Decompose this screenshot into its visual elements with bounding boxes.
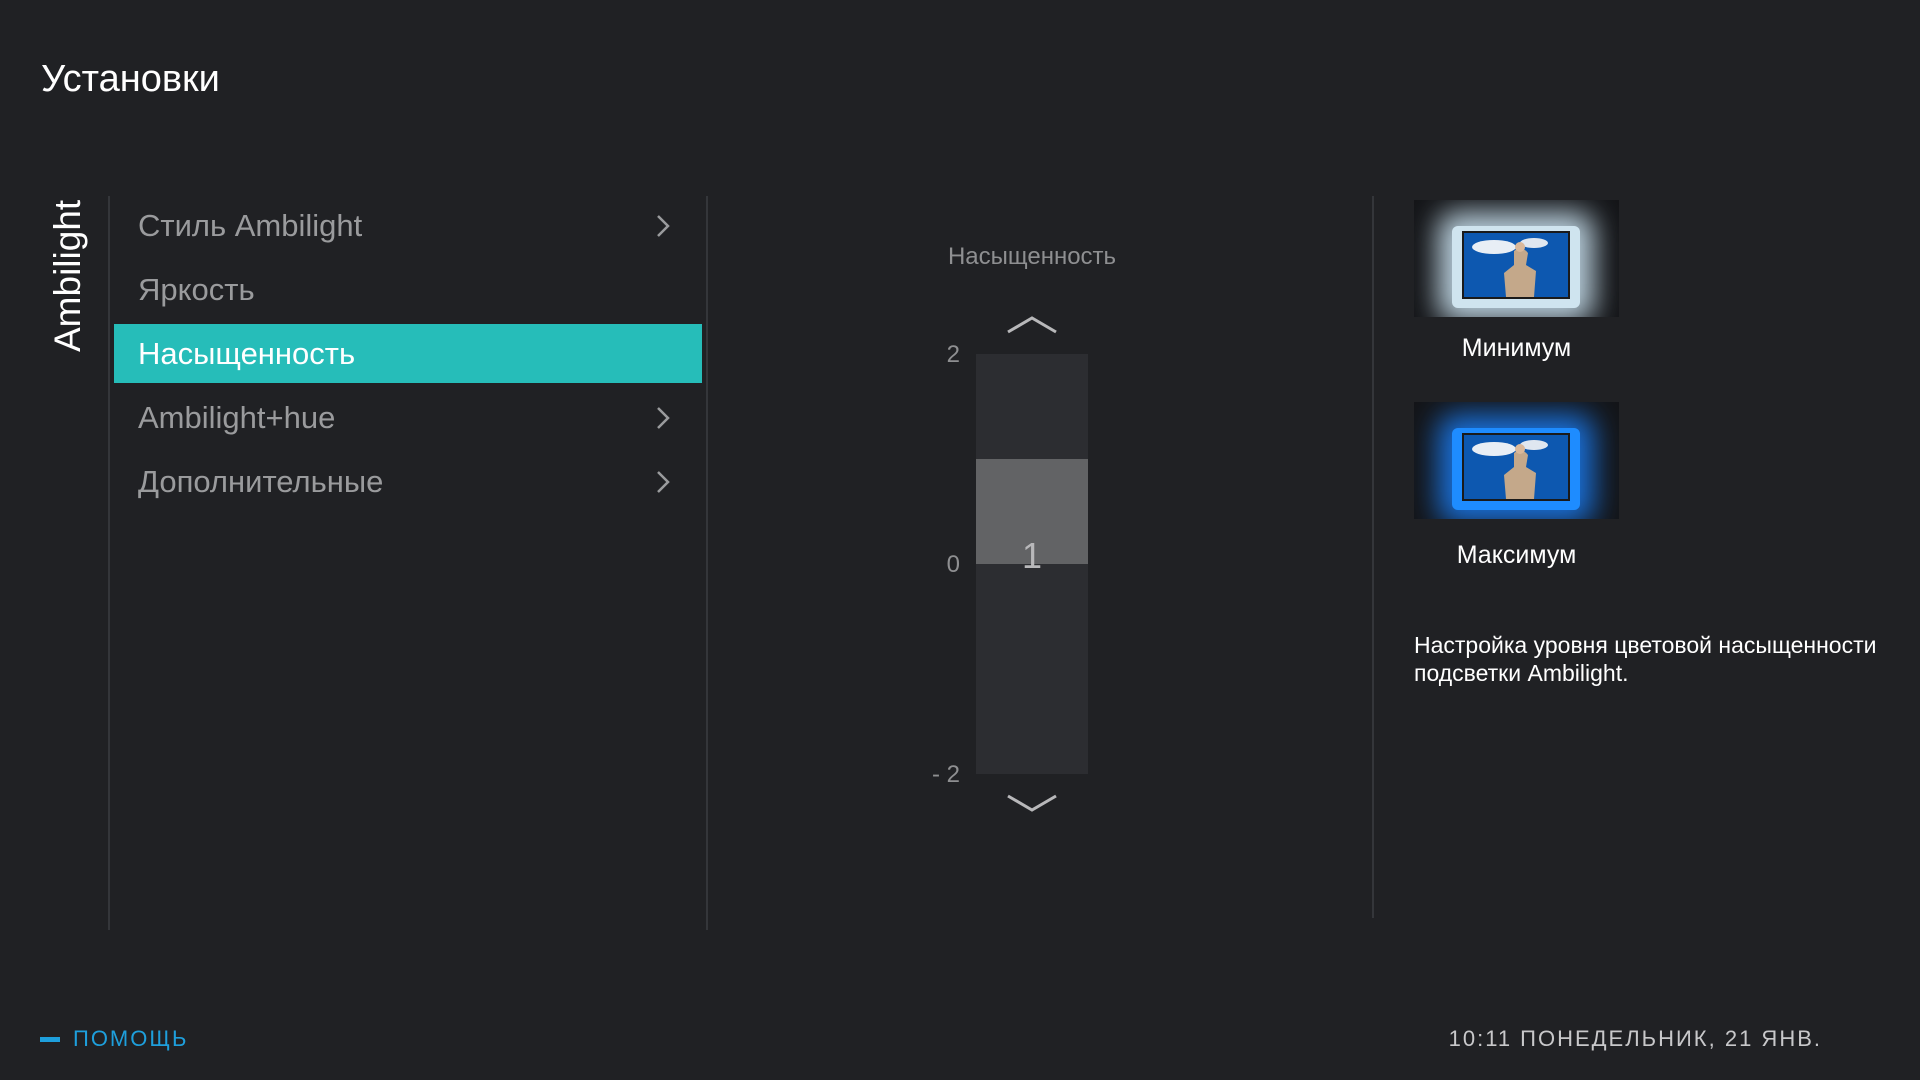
tick-label-zero: 0 [946,551,960,578]
tv-screen-icon [1462,433,1570,501]
tick-label-max: 2 [946,341,960,368]
settings-menu: Стиль Ambilight Яркость Насыщенность Amb… [114,196,702,516]
chevron-down-icon[interactable] [1006,792,1058,814]
menu-item-label: Насыщенность [138,335,356,371]
tick-label-min: - 2 [931,761,960,788]
page-title: Установки [41,58,220,100]
menu-item-label: Стиль Ambilight [138,207,363,243]
clock: 10:11 ПОНЕДЕЛЬНИК, 21 ЯНВ. [1448,1026,1822,1051]
chevron-right-icon [657,471,670,493]
tv-screen-icon [1462,231,1570,299]
divider [108,196,110,930]
menu-item-ambilight-style[interactable]: Стиль Ambilight [114,196,702,255]
menu-item-label: Дополнительные [138,463,384,499]
menu-item-label: Яркость [138,271,255,307]
section-tab-ambilight[interactable]: Ambilight [46,198,90,353]
menu-item-advanced[interactable]: Дополнительные [114,452,702,511]
preview-minimum-image [1414,200,1619,317]
menu-item-ambilight-hue[interactable]: Ambilight+hue [114,388,702,447]
slider-title: Насыщенность [947,243,1117,270]
preview-minimum-label: Минимум [1461,334,1572,362]
chevron-right-icon [657,215,670,237]
help-label: ПОМОЩЬ [73,1026,189,1051]
help-button[interactable]: ПОМОЩЬ [40,1026,188,1052]
menu-item-saturation[interactable]: Насыщенность [114,324,702,383]
menu-item-brightness[interactable]: Яркость [114,260,702,319]
help-description: Настройка уровня цветовой насыщенности п… [1414,632,1877,686]
preview-maximum-label: Максимум [1456,541,1577,569]
chevron-right-icon [657,407,670,429]
slider-value: 1 [1021,535,1043,576]
blue-key-icon [40,1036,60,1042]
divider [706,196,708,930]
menu-item-label: Ambilight+hue [138,399,336,435]
preview-maximum-image [1414,402,1619,519]
chevron-up-icon[interactable] [1006,314,1058,336]
divider [1372,196,1374,918]
